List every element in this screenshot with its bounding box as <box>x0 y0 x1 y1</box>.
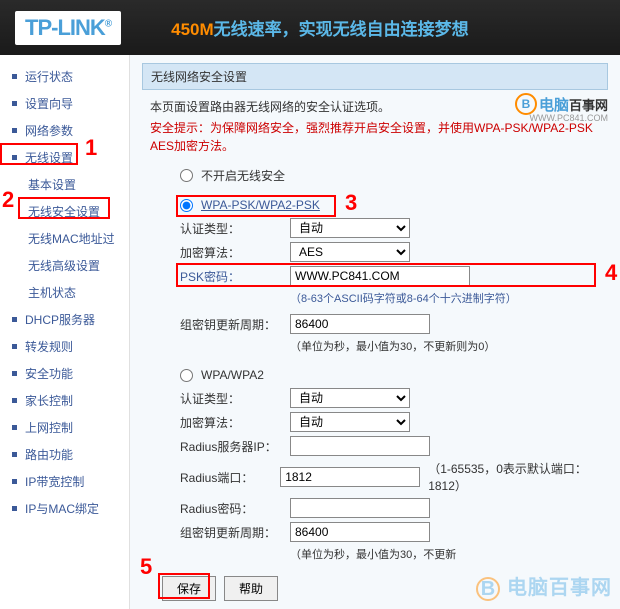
header-tagline: 450M无线速率，实现无线自由连接梦想 <box>171 15 469 40</box>
radio-disable[interactable] <box>180 169 193 182</box>
marker-4: 4 <box>605 260 617 286</box>
sidebar-sub-basic[interactable]: 基本设置 <box>0 171 129 198</box>
sidebar-sub-security[interactable]: 无线安全设置 <box>0 198 129 225</box>
radio-wpa[interactable] <box>180 369 193 382</box>
sidebar-item-routing[interactable]: 路由功能 <box>0 441 129 468</box>
sidebar-item-network[interactable]: 网络参数 <box>0 117 129 144</box>
sidebar-item-dhcp[interactable]: DHCP服务器 <box>0 306 129 333</box>
header: TP-LINK® 450M无线速率，实现无线自由连接梦想 <box>0 0 620 55</box>
sidebar-sub-hosts[interactable]: 主机状态 <box>0 279 129 306</box>
radio-wpa-label: WPA/WPA2 <box>201 368 264 382</box>
wpa-auth-select[interactable]: 自动 <box>290 388 410 408</box>
sidebar: 运行状态 设置向导 网络参数 无线设置 基本设置 无线安全设置 无线MAC地址过… <box>0 55 130 609</box>
radio-wpapsk[interactable] <box>180 199 193 212</box>
radius-pwd-label: Radius密码： <box>180 500 290 517</box>
psk-hint: （8-63个ASCII码字符或8-64个十六进制字符） <box>290 290 608 306</box>
wpa-rekey-hint: （单位为秒，最小值为30，不更新 <box>290 546 608 562</box>
psk-input[interactable] <box>290 266 470 286</box>
wpa-auth-label: 认证类型： <box>180 390 290 407</box>
radio-wpapsk-label: WPA-PSK/WPA2-PSK <box>201 198 320 212</box>
sidebar-item-wizard[interactable]: 设置向导 <box>0 90 129 117</box>
rekey-label: 组密钥更新周期： <box>180 316 290 333</box>
sidebar-item-bandwidth[interactable]: IP带宽控制 <box>0 468 129 495</box>
auth-label: 认证类型： <box>180 220 290 237</box>
sidebar-item-status[interactable]: 运行状态 <box>0 63 129 90</box>
radius-port-input[interactable] <box>280 467 420 487</box>
logo: TP-LINK® <box>15 11 121 45</box>
wpa-enc-select[interactable]: 自动 <box>290 412 410 432</box>
radius-ip-input[interactable] <box>290 436 430 456</box>
wpa-rekey-label: 组密钥更新周期： <box>180 524 290 541</box>
warning-text: 安全提示：为保障网络安全，强烈推荐开启安全设置，并使用WPA-PSK/WPA2-… <box>150 119 608 155</box>
radio-disable-label: 不开启无线安全 <box>201 167 285 184</box>
sidebar-item-parental[interactable]: 家长控制 <box>0 387 129 414</box>
sidebar-item-ipmac[interactable]: IP与MAC绑定 <box>0 495 129 522</box>
main-panel: 无线网络安全设置 本页面设置路由器无线网络的安全认证选项。 安全提示：为保障网络… <box>130 55 620 609</box>
auth-select[interactable]: 自动 <box>290 218 410 238</box>
rekey-input[interactable] <box>290 314 430 334</box>
wpa-enc-label: 加密算法： <box>180 414 290 431</box>
sidebar-item-wireless[interactable]: 无线设置 <box>0 144 129 171</box>
sidebar-item-security[interactable]: 安全功能 <box>0 360 129 387</box>
rekey-hint: （单位为秒，最小值为30，不更新则为0） <box>290 338 608 354</box>
brand-icon: B <box>515 93 537 115</box>
radius-port-label: Radius端口： <box>180 469 280 486</box>
enc-select[interactable]: AES <box>290 242 410 262</box>
wpa-rekey-input[interactable] <box>290 522 430 542</box>
panel-title: 无线网络安全设置 <box>142 63 608 90</box>
sidebar-item-forward[interactable]: 转发规则 <box>0 333 129 360</box>
marker-3: 3 <box>345 190 357 216</box>
help-button[interactable]: 帮助 <box>224 576 278 601</box>
radius-pwd-input[interactable] <box>290 498 430 518</box>
radius-ip-label: Radius服务器IP： <box>180 438 290 455</box>
sidebar-sub-mac[interactable]: 无线MAC地址过 <box>0 225 129 252</box>
watermark: B 电脑百事网 <box>476 571 612 601</box>
sidebar-sub-advanced[interactable]: 无线高级设置 <box>0 252 129 279</box>
marker-5: 5 <box>140 554 152 580</box>
radius-port-hint: （1-65535，0表示默认端口：1812） <box>428 460 608 494</box>
sidebar-item-access[interactable]: 上网控制 <box>0 414 129 441</box>
enc-label: 加密算法： <box>180 244 290 261</box>
save-button[interactable]: 保存 <box>162 576 216 601</box>
psk-label: PSK密码： <box>180 268 290 285</box>
brand-logo: B 电脑百事网 WWW.PC841.COM <box>515 93 608 115</box>
